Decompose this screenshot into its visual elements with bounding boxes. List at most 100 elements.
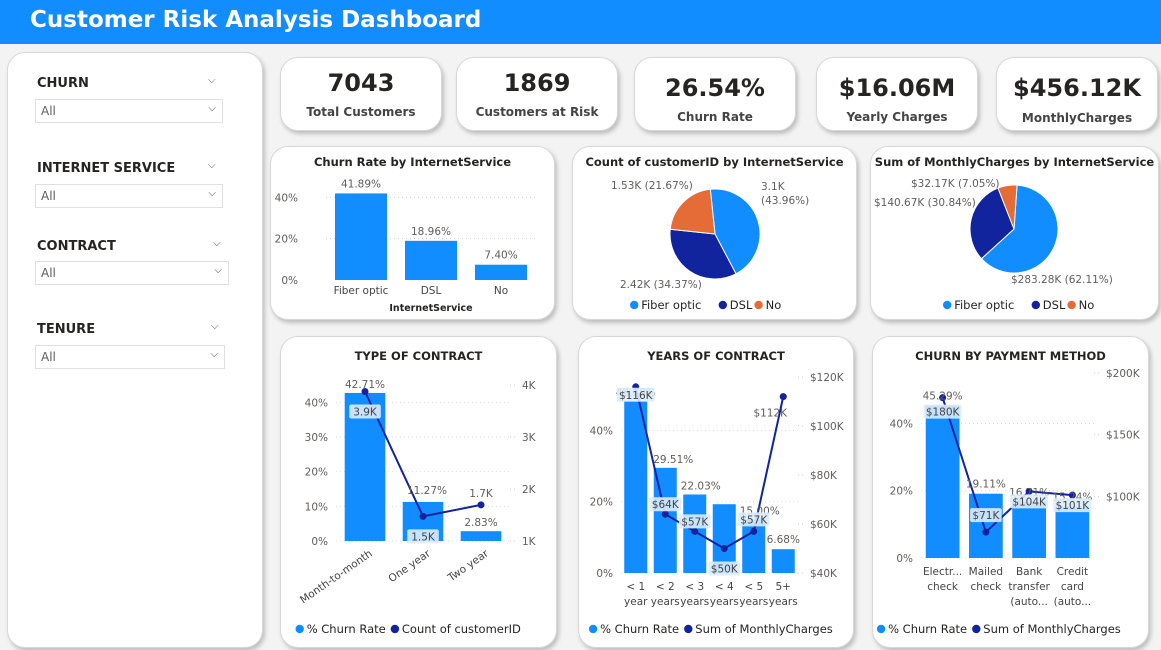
y2-tick-label: $150K: [1106, 430, 1141, 442]
legend-marker: [972, 624, 981, 634]
filter-contract-label: CONTRACT: [37, 239, 116, 254]
kpi-value: 7043: [327, 69, 395, 97]
chevron-down-icon[interactable]: ⌵: [208, 160, 216, 171]
title-banner: Customer Risk Analysis Dashboard: [0, 0, 1161, 44]
legend-marker: [630, 300, 639, 310]
count-by-internet-chart: 3.1K (43.96%) 2.42K (34.37%) 1.53K (21.67%)…: [611, 180, 809, 312]
line-data-label: $101K: [1056, 500, 1091, 512]
data-label: 18.96%: [411, 226, 451, 238]
line-point: [720, 545, 728, 552]
line-data-label: $116K: [619, 390, 654, 402]
legend-label: DSL: [730, 298, 753, 312]
chevron-down-icon[interactable]: ⌵: [208, 75, 216, 86]
pie-data-label: 1.53K (21.67%): [611, 180, 693, 192]
dropdown-arrow-icon: ⌵: [208, 188, 216, 199]
line-point: [779, 393, 787, 401]
bar: [925, 405, 960, 558]
legend-marker: [684, 624, 693, 634]
chevron-down-icon[interactable]: ⌵: [213, 238, 221, 249]
chart-card-churn-by-payment: CHURN BY PAYMENT METHOD 40% 20% 0% $200K $15…: [872, 336, 1149, 648]
y-tick-label: 40%: [275, 192, 298, 204]
line-point: [982, 528, 990, 536]
line-data-label: $180K: [926, 407, 961, 419]
legend-marker: [390, 624, 400, 634]
data-label: 41.89%: [341, 178, 381, 190]
filter-tenure-label: TENURE: [37, 322, 96, 337]
line-data-label: $112K: [753, 408, 788, 420]
churn-by-internet-chart: 40% 20% 0% 41.89% Fiber optic 18.96% DSL 7.40% N…: [275, 178, 536, 314]
churn-dropdown-value: All: [41, 104, 56, 118]
kpi-customers-at-risk: 1869 Customers at Risk: [456, 57, 618, 131]
y-tick-label: 20%: [590, 497, 613, 509]
chart-card-count-by-internet: Count of customerID by InternetService 3…: [572, 146, 857, 320]
y2-tick-label: $40K: [810, 568, 838, 580]
pie-data-label: $283.28K (62.11%): [1011, 274, 1113, 286]
y2-tick-label: $80K: [810, 470, 838, 482]
y2-tick-label: $60K: [810, 519, 838, 531]
kpi-label: MonthlyCharges: [1021, 111, 1133, 125]
x-tick-label: years: [710, 596, 739, 608]
legend-marker: [588, 624, 598, 634]
legend-label: Count of customerID: [402, 622, 521, 636]
filter-internet-service-label: INTERNET SERVICE: [37, 161, 176, 176]
tenure-dropdown-value: All: [41, 350, 56, 364]
pie-data-label: (43.96%): [761, 195, 809, 207]
contract-dropdown[interactable]: All ⌵: [35, 261, 229, 285]
series-line: [941, 397, 1073, 534]
y2-tick-label: $100K: [810, 421, 845, 433]
legend-marker: [754, 300, 763, 310]
legend-label: % Churn Rate: [600, 622, 679, 636]
bar-data-label: 22.03%: [681, 480, 721, 492]
line-point: [477, 501, 485, 509]
kpi-value: 1869: [503, 69, 571, 97]
churn-dropdown[interactable]: All ⌵: [35, 99, 223, 123]
bar: [335, 193, 387, 280]
filter-panel: CHURN ⌵ All ⌵ INTERNET SERVICE ⌵ All ⌵ C…: [7, 52, 263, 648]
y-tick-label: 0%: [596, 568, 613, 580]
kpi-label: Customers at Risk: [475, 105, 599, 119]
internet-service-dropdown[interactable]: All ⌵: [35, 184, 223, 208]
y-tick-label: 30%: [305, 432, 328, 444]
y2-tick-label: $200K: [1106, 368, 1141, 380]
bar-data-label: 29.51%: [653, 454, 693, 466]
y-tick-label: 40%: [305, 397, 328, 409]
dropdown-arrow-icon: ⌵: [214, 265, 222, 276]
line-point: [419, 512, 427, 520]
x-axis-title: InternetService: [389, 303, 472, 314]
kpi-value: $456.12K: [1013, 74, 1141, 102]
tenure-dropdown[interactable]: All ⌵: [35, 345, 225, 369]
kpi-yearly-charges: $16.06M Yearly Charges: [816, 57, 978, 131]
y2-tick-label: 3K: [522, 432, 537, 444]
kpi-value: 26.54%: [665, 74, 765, 102]
kpi-monthly-charges: $456.12K MonthlyCharges: [996, 57, 1158, 131]
line-data-label: 1.5K: [411, 531, 436, 543]
line-data-label: $57K: [740, 514, 768, 526]
internet-service-dropdown-value: All: [41, 189, 56, 203]
y2-tick-label: $120K: [810, 372, 845, 384]
line-data-label: $50K: [711, 564, 739, 576]
line-data-label: 1.7K: [469, 488, 494, 500]
x-tick-label: < 5: [744, 581, 763, 593]
legend-marker: [718, 300, 727, 310]
bar: [460, 531, 502, 541]
x-tick-label: Mailed: [969, 566, 1003, 578]
y-tick-label: 0%: [311, 536, 328, 548]
x-tick-label: Bank: [1016, 566, 1043, 578]
chart-card-churn-by-internet: Churn Rate by InternetService 40% 20% 0% 41…: [270, 146, 555, 320]
bar: [624, 400, 648, 573]
legend-marker: [1031, 300, 1040, 310]
years-of-contract-chart: 40%20%0%$120K$100K$80K$60K$40K48.28%29.5…: [588, 372, 845, 636]
kpi-value: $16.06M: [838, 74, 956, 102]
filter-churn-label: CHURN: [37, 76, 89, 91]
legend-marker: [943, 300, 952, 310]
y-tick-label: 40%: [890, 418, 913, 430]
line-point: [691, 527, 699, 535]
legend-label: Fiber optic: [641, 298, 701, 312]
pie-slice: [669, 188, 716, 235]
x-tick-label: 5+: [776, 581, 791, 593]
x-tick-label: check: [971, 581, 1003, 593]
x-tick-label: < 3: [685, 581, 704, 593]
x-tick-label: years: [769, 596, 798, 608]
chevron-down-icon[interactable]: ⌵: [211, 321, 219, 332]
pie-data-label: $32.17K (7.05%): [911, 178, 1000, 190]
